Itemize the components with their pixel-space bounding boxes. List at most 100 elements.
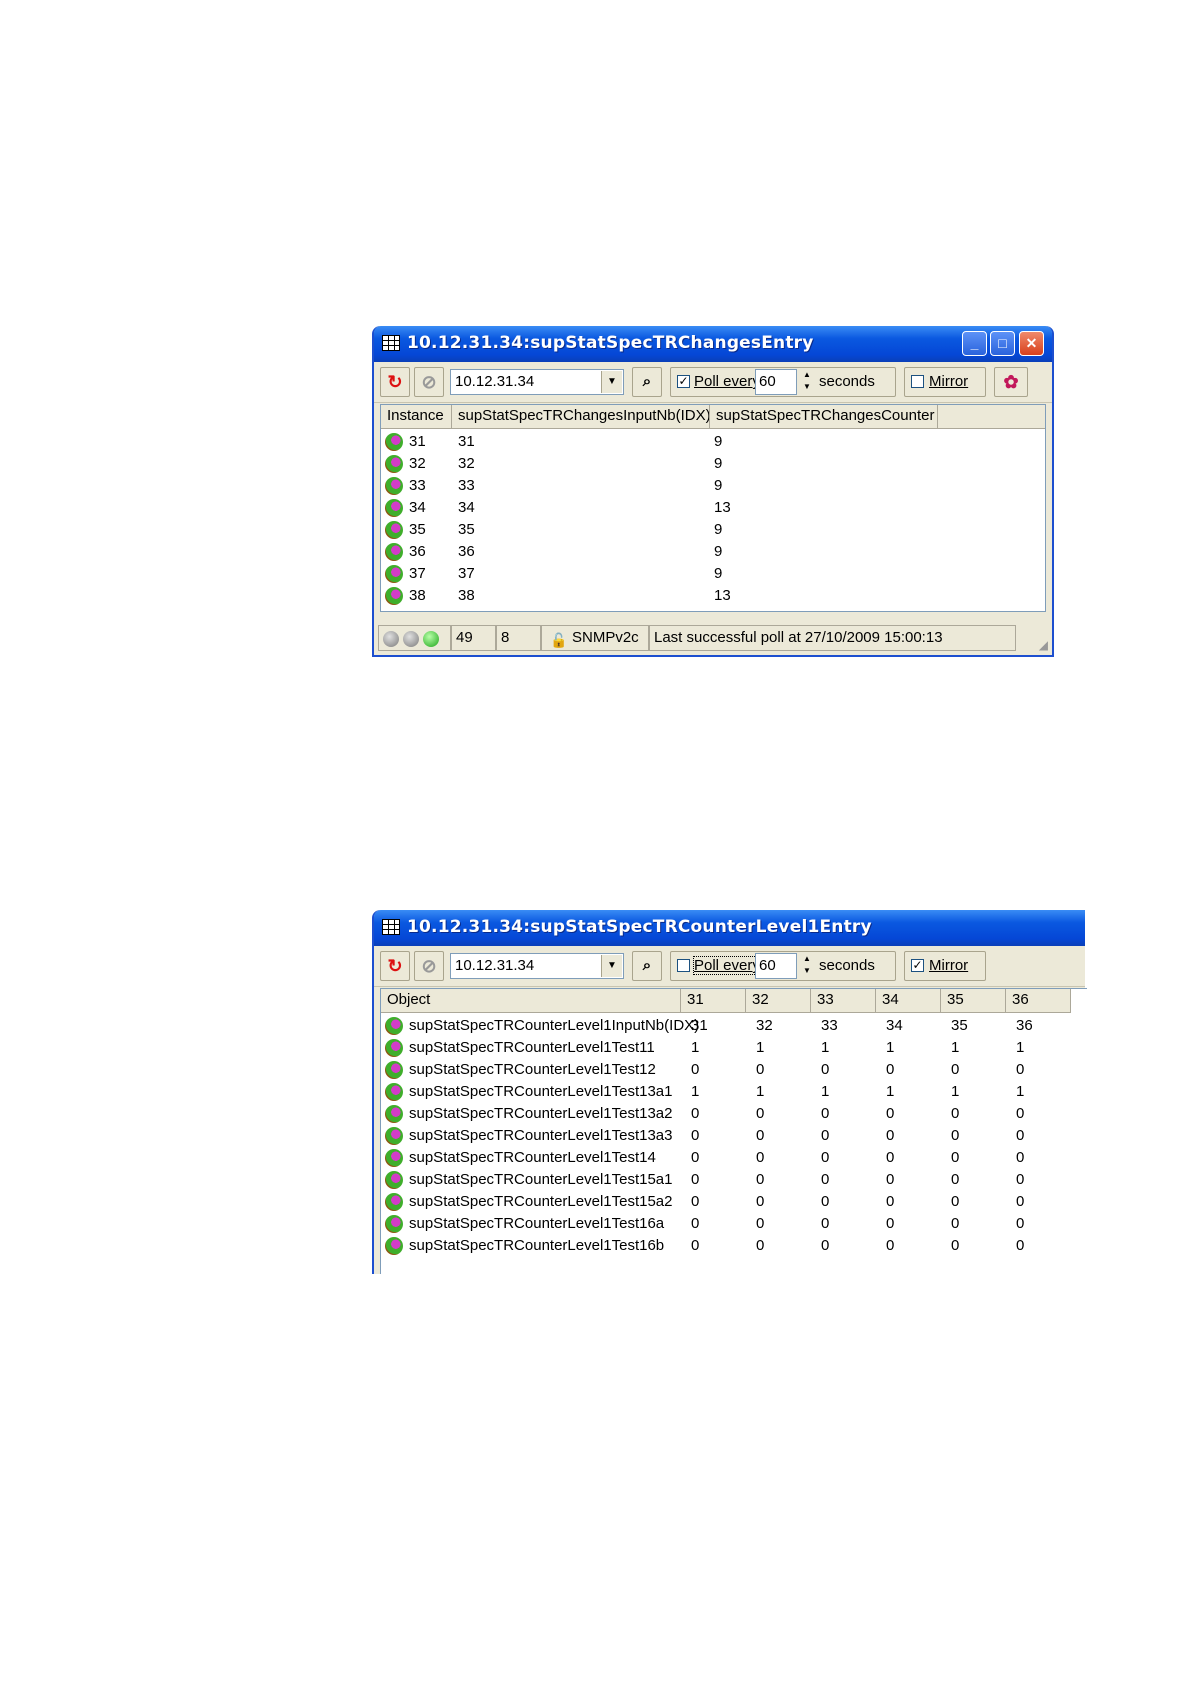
column-header[interactable]: 36 (1006, 989, 1071, 1013)
column-header[interactable]: supStatSpecTRChangesInputNb(IDX) (452, 405, 710, 429)
table-cell: 0 (1016, 1149, 1025, 1166)
table-cell: 33 (409, 477, 426, 494)
column-header[interactable]: 31 (681, 989, 746, 1013)
title-bar[interactable]: 10.12.31.34:supStatSpecTRChangesEntry _ … (374, 326, 1052, 362)
maximize-button[interactable]: □ (990, 331, 1015, 356)
table-cell: 1 (821, 1083, 830, 1100)
table-cell: 1 (691, 1083, 700, 1100)
table-row[interactable]: supStatSpecTRCounterLevel1Test16a 0 0 0 0 0 0 (381, 1213, 1087, 1235)
chevron-down-icon[interactable]: ▼ (601, 371, 622, 393)
table-cell: 36 (458, 543, 475, 560)
graph-button[interactable]: ✿ (994, 367, 1028, 397)
poll-interval-input[interactable]: 60 (755, 953, 797, 979)
mirror-checkbox[interactable]: ✓ (911, 959, 924, 972)
row-node-icon (385, 1105, 403, 1123)
table-row[interactable]: supStatSpecTRCounterLevel1Test11 1 1 1 1 1 1 (381, 1037, 1087, 1059)
table-row[interactable]: supStatSpecTRCounterLevel1Test12 0 0 0 0 0 0 (381, 1059, 1087, 1081)
toolbar: ↻ ⊘ 10.12.31.34 ▼ ⌕ ✓ Poll every 60 ▲ ▼ s… (374, 362, 1052, 403)
column-header[interactable]: Instance (381, 405, 452, 429)
table-cell: 1 (951, 1083, 960, 1100)
agent-combo[interactable]: 10.12.31.34 ▼ (450, 369, 624, 395)
table-cell: supStatSpecTRCounterLevel1Test15a2 (409, 1193, 673, 1210)
poll-spinner[interactable]: ▲ ▼ (799, 369, 815, 395)
table-cell: 0 (951, 1127, 960, 1144)
table-cell: 1 (886, 1039, 895, 1056)
table-cell: 38 (458, 587, 475, 604)
column-header[interactable]: 33 (811, 989, 876, 1013)
table-cell: 0 (756, 1061, 765, 1078)
row-node-icon (385, 1237, 403, 1255)
column-header[interactable]: 32 (746, 989, 811, 1013)
title-bar[interactable]: 10.12.31.34:supStatSpecTRCounterLevel1En… (374, 910, 1085, 946)
refresh-button[interactable]: ↻ (380, 367, 410, 397)
table-cell: 0 (951, 1105, 960, 1122)
table-row[interactable]: 35 35 9 (381, 519, 1045, 541)
table-cell: 33 (458, 477, 475, 494)
column-header[interactable]: 34 (876, 989, 941, 1013)
table-cell: 0 (691, 1127, 700, 1144)
row-node-icon (385, 1017, 403, 1035)
column-header[interactable]: Object (381, 989, 681, 1013)
table-cell: 0 (691, 1237, 700, 1254)
poll-interval-input[interactable]: 60 (755, 369, 797, 395)
table-row[interactable]: 36 36 9 (381, 541, 1045, 563)
table-cell: supStatSpecTRCounterLevel1Test14 (409, 1149, 656, 1166)
table-row[interactable]: 31 31 9 (381, 431, 1045, 453)
table-cell: 36 (409, 543, 426, 560)
find-button[interactable]: ⌕ (632, 367, 662, 397)
poll-spinner[interactable]: ▲ ▼ (799, 953, 815, 979)
mirror-label: Mirror (929, 957, 969, 974)
table-cell: 0 (951, 1061, 960, 1078)
stop-button[interactable]: ⊘ (414, 951, 444, 981)
table-cell: 33 (821, 1017, 838, 1034)
table-row[interactable]: supStatSpecTRCounterLevel1Test15a2 0 0 0 0 0 0 (381, 1191, 1087, 1213)
row-node-icon (385, 1039, 403, 1057)
table-cell: 32 (458, 455, 475, 472)
refresh-button[interactable]: ↻ (380, 951, 410, 981)
resize-grip-icon[interactable]: ◢ (1039, 638, 1048, 652)
table-row[interactable]: supStatSpecTRCounterLevel1Test13a2 0 0 0 0 0 0 (381, 1103, 1087, 1125)
table-cell: 1 (886, 1083, 895, 1100)
table-cell: 0 (756, 1193, 765, 1210)
table-cell: 35 (409, 521, 426, 538)
table-cell: 0 (1016, 1127, 1025, 1144)
table-cell: 13 (714, 587, 731, 604)
mirror-checkbox[interactable] (911, 375, 924, 388)
agent-combo[interactable]: 10.12.31.34 ▼ (450, 953, 624, 979)
minimize-button[interactable]: _ (962, 331, 987, 356)
table-row[interactable]: 37 37 9 (381, 563, 1045, 585)
table-cell: 34 (409, 499, 426, 516)
table-cell: 0 (951, 1215, 960, 1232)
find-button[interactable]: ⌕ (632, 951, 662, 981)
status-count2: 8 (496, 625, 541, 651)
table-cell: 0 (1016, 1193, 1025, 1210)
row-node-icon (385, 1193, 403, 1211)
table-cell: 0 (951, 1149, 960, 1166)
poll-checkbox[interactable] (677, 959, 690, 972)
column-header[interactable]: supStatSpecTRChangesCounter (710, 405, 938, 429)
table-cell: 9 (714, 433, 723, 450)
table-row[interactable]: supStatSpecTRCounterLevel1Test14 0 0 0 0 0 0 (381, 1147, 1087, 1169)
table-cell: 0 (691, 1061, 700, 1078)
table-icon (382, 919, 400, 935)
column-header[interactable]: 35 (941, 989, 1006, 1013)
table-row[interactable]: supStatSpecTRCounterLevel1Test13a3 0 0 0 0 0 0 (381, 1125, 1087, 1147)
row-node-icon (385, 1149, 403, 1167)
table-cell: 1 (691, 1039, 700, 1056)
table-row[interactable]: 34 34 13 (381, 497, 1045, 519)
table-row[interactable]: 38 38 13 (381, 585, 1045, 607)
chevron-down-icon[interactable]: ▼ (601, 955, 622, 977)
row-node-icon (385, 477, 403, 495)
table-row[interactable]: supStatSpecTRCounterLevel1Test16b 0 0 0 0 0 0 (381, 1235, 1087, 1257)
table-row[interactable]: 32 32 9 (381, 453, 1045, 475)
stop-button[interactable]: ⊘ (414, 367, 444, 397)
poll-checkbox[interactable]: ✓ (677, 375, 690, 388)
table-row[interactable]: supStatSpecTRCounterLevel1Test13a1 1 1 1 1 1 1 (381, 1081, 1087, 1103)
table-cell: 0 (1016, 1237, 1025, 1254)
table-row[interactable]: 33 33 9 (381, 475, 1045, 497)
table-window-counter-level1-entry: 10.12.31.34:supStatSpecTRCounterLevel1En… (372, 910, 1087, 1274)
close-button[interactable]: ✕ (1019, 331, 1044, 356)
table-cell: 0 (886, 1171, 895, 1188)
table-row[interactable]: supStatSpecTRCounterLevel1Test15a1 0 0 0 0 0 0 (381, 1169, 1087, 1191)
table-row[interactable]: supStatSpecTRCounterLevel1InputNb(IDX) 31… (381, 1015, 1087, 1037)
